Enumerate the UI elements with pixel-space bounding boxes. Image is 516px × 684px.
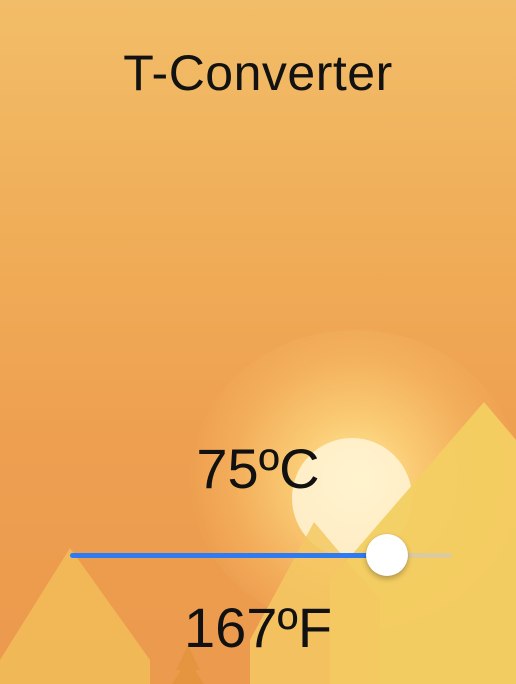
- mountains-illustration: [0, 402, 516, 684]
- celsius-value: 75ºC: [196, 437, 320, 500]
- background-scene: [0, 0, 516, 684]
- slider-fill: [70, 553, 387, 558]
- slider-thumb[interactable]: [366, 534, 408, 576]
- temperature-slider[interactable]: [70, 534, 452, 578]
- fahrenheit-value: 167ºF: [183, 596, 333, 659]
- app-title: T-Converter: [123, 45, 393, 101]
